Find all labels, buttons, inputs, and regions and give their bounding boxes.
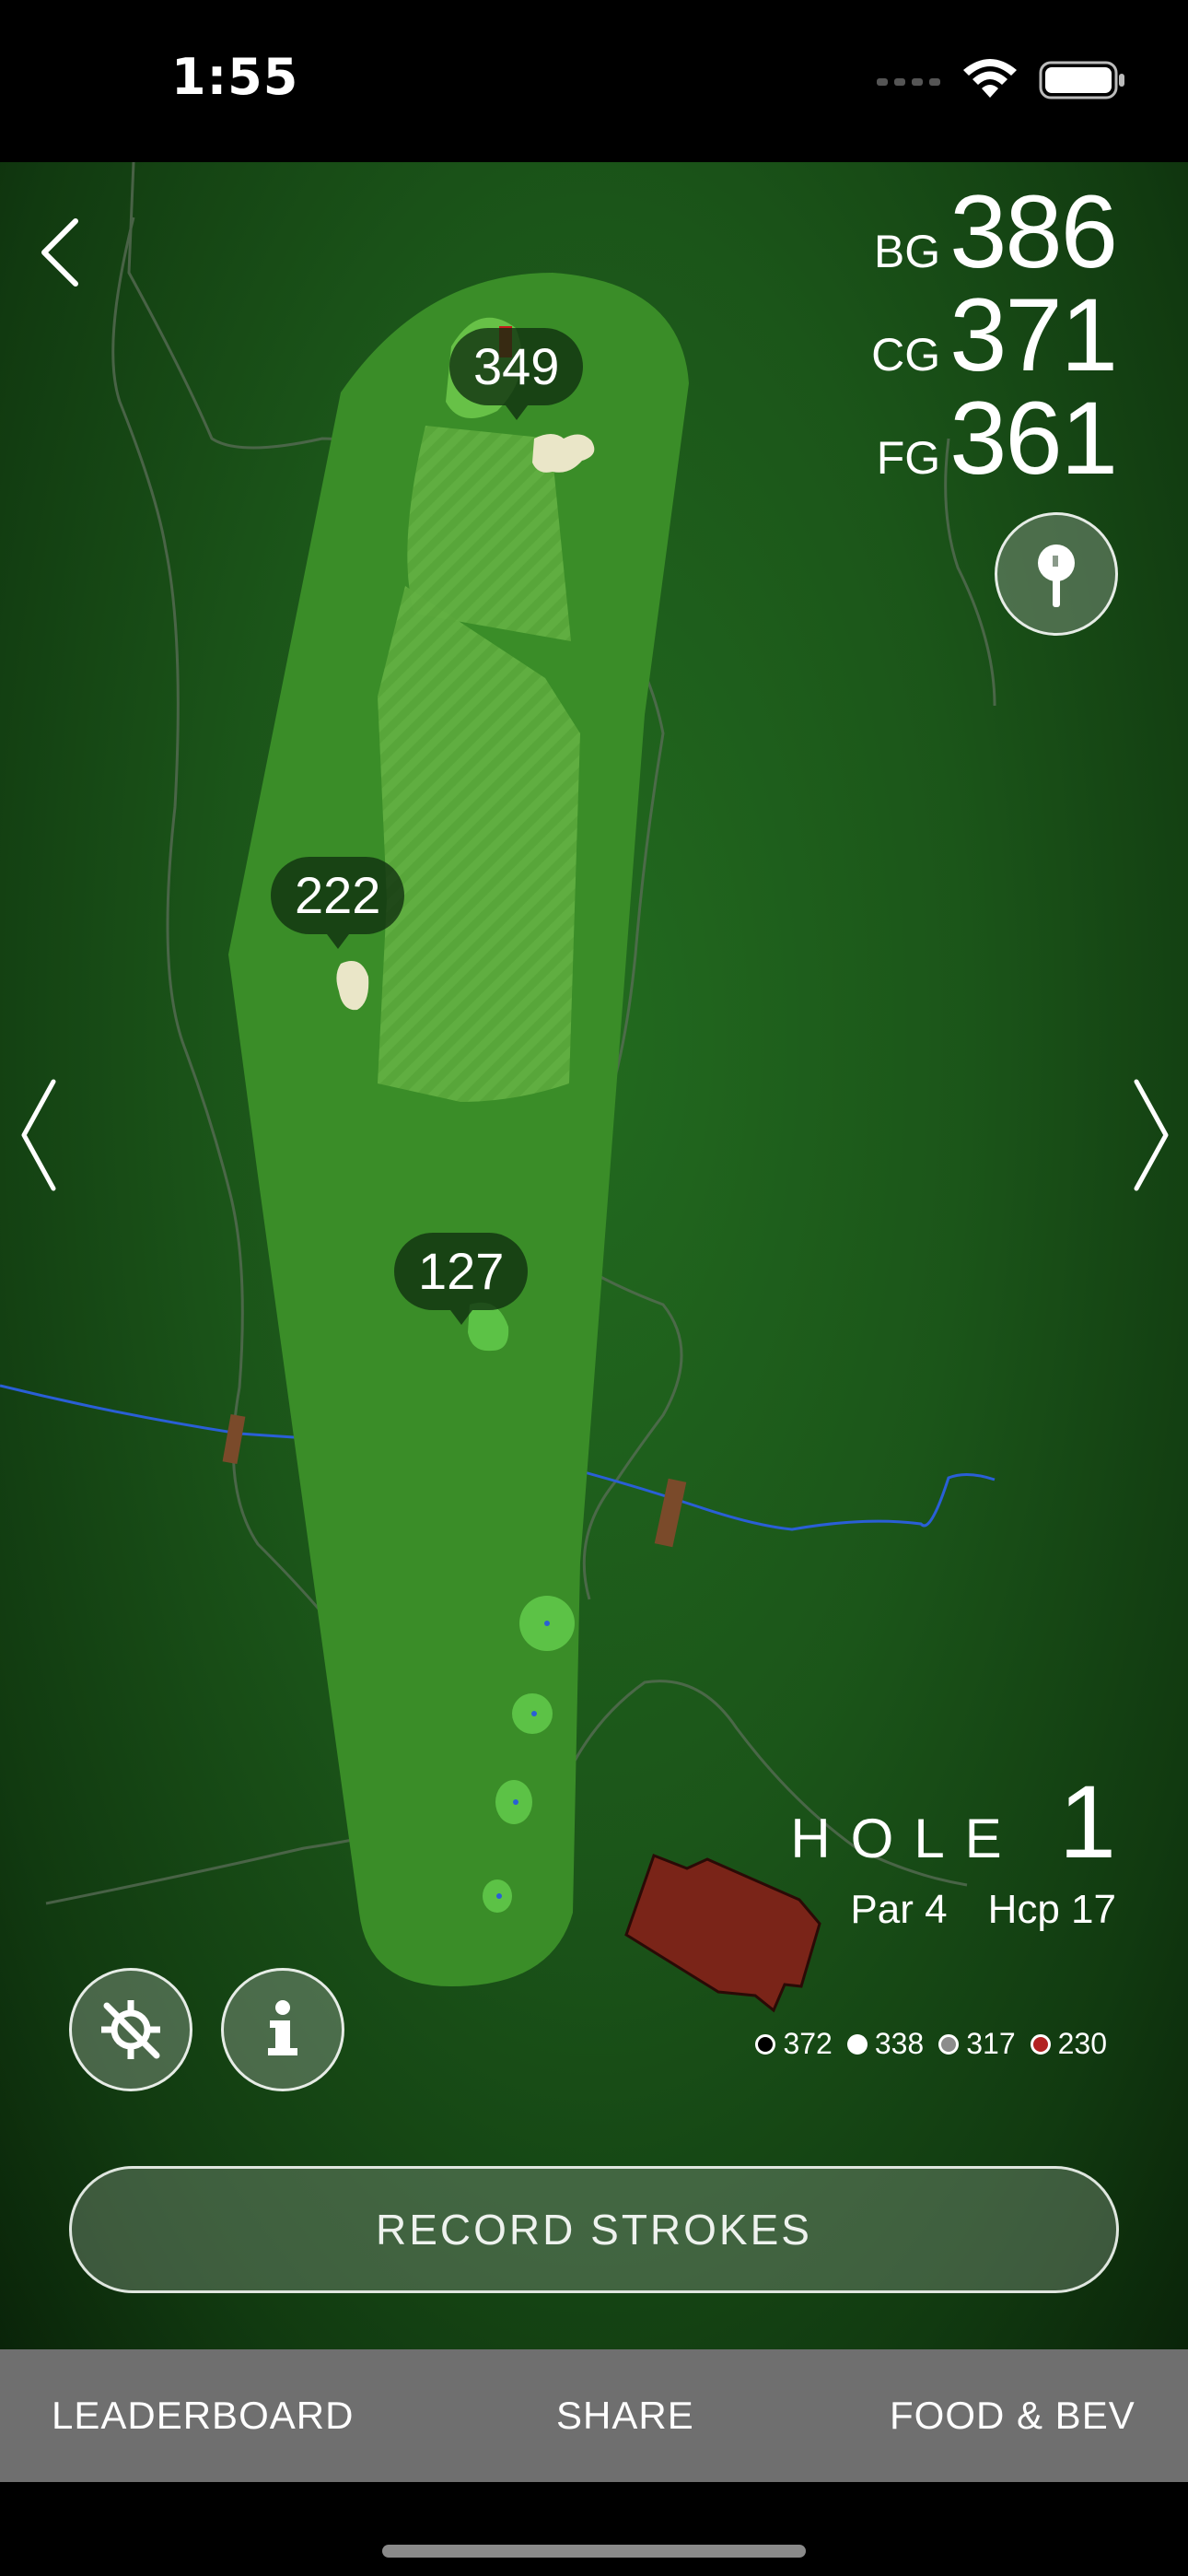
hole-info: HOLE 1 Par 4 Hcp 17 <box>790 1771 1116 1933</box>
green-yardages: BG 386 CG 371 FG 361 <box>871 174 1118 496</box>
bottom-tab-bar: LEADERBOARD SHARE FOOD & BEV <box>0 2349 1188 2482</box>
tee-dot-icon <box>846 2033 868 2055</box>
battery-icon <box>1039 61 1124 100</box>
status-icons <box>877 57 1127 103</box>
tee-dot-icon <box>938 2033 960 2055</box>
pin-position-button[interactable] <box>995 512 1118 636</box>
yardage-value: 386 <box>949 174 1118 289</box>
tee-black: 372 <box>755 2027 833 2061</box>
wifi-icon <box>963 59 1017 98</box>
tee-yardage: 338 <box>874 2027 925 2060</box>
tee-dot-icon <box>1030 2033 1051 2055</box>
previous-hole-chevron-icon[interactable] <box>17 1078 61 1192</box>
yardage-back: BG 386 <box>871 174 1118 289</box>
status-time: 1:55 <box>171 48 299 106</box>
tab-leaderboard[interactable]: LEADERBOARD <box>52 2349 354 2482</box>
yardage-label: BG <box>873 226 941 277</box>
distance-marker-near[interactable]: 127 <box>394 1233 529 1325</box>
gps-toggle-button[interactable] <box>69 1968 192 2091</box>
yardage-front: FG 361 <box>871 381 1118 496</box>
next-hole-chevron-icon[interactable] <box>1129 1078 1173 1192</box>
record-strokes-button[interactable]: RECORD STROKES <box>69 2166 1119 2293</box>
tee-dot-icon <box>755 2033 776 2055</box>
gps-off-icon <box>101 2000 160 2059</box>
info-icon <box>268 2000 297 2055</box>
hole-label: HOLE <box>790 1808 1022 1869</box>
info-button[interactable] <box>221 1968 344 2091</box>
home-indicator[interactable] <box>382 2545 806 2558</box>
tee-legend: 372 338 317 230 <box>755 2027 1107 2061</box>
yardage-value: 371 <box>949 277 1118 392</box>
back-chevron-icon[interactable] <box>35 216 83 289</box>
status-bar: 1:55 <box>0 0 1188 162</box>
tee-yardage: 317 <box>966 2027 1016 2060</box>
yardage-center: CG 371 <box>871 277 1118 392</box>
yardage-label: FG <box>876 432 941 484</box>
tab-food-bev[interactable]: FOOD & BEV <box>890 2349 1136 2482</box>
tee-yardage: 372 <box>783 2027 833 2060</box>
yardage-value: 361 <box>949 381 1118 496</box>
hole-number: 1 <box>1058 1764 1116 1879</box>
hole-par: Par 4 <box>850 1887 948 1932</box>
tab-share[interactable]: SHARE <box>556 2349 694 2482</box>
yardage-label: CG <box>871 329 941 381</box>
hole-handicap: Hcp 17 <box>987 1887 1116 1932</box>
distance-marker-far[interactable]: 349 <box>449 328 584 420</box>
tee-white: 338 <box>846 2027 925 2061</box>
distance-marker-mid[interactable]: 222 <box>271 857 405 949</box>
tee-yardage: 230 <box>1057 2027 1107 2060</box>
tee-gray: 317 <box>938 2027 1016 2061</box>
pin-icon <box>1038 544 1075 607</box>
cellular-signal-icon <box>877 78 940 86</box>
home-area <box>0 2482 1188 2576</box>
tee-red: 230 <box>1030 2027 1107 2061</box>
